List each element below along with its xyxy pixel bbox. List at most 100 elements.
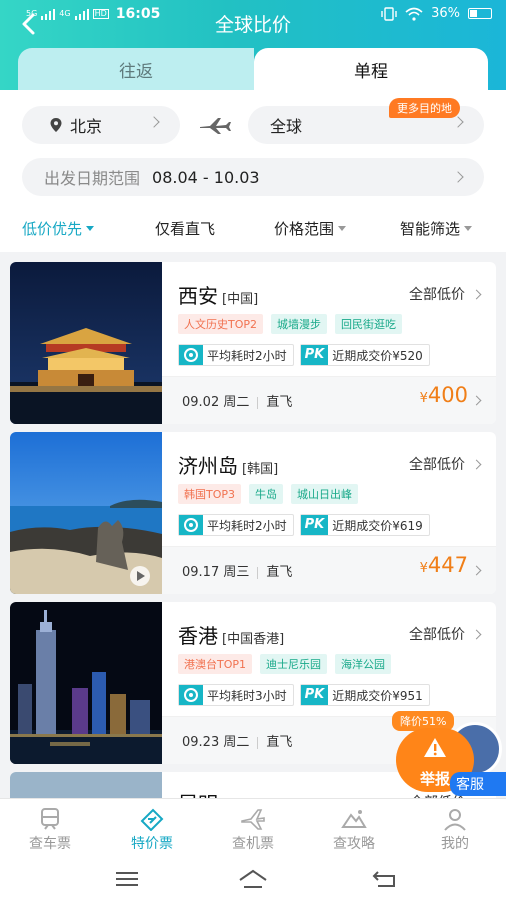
trip-type-tabs: 往返 单程 (18, 48, 488, 90)
flight-type: 直飞 (266, 565, 293, 580)
from-city-selector[interactable]: 北京 (22, 106, 180, 144)
all-low-price-link[interactable]: 全部低价 (409, 624, 482, 644)
chevron-right-icon (471, 629, 482, 640)
filter-direct-only-label: 仅看直飞 (155, 220, 216, 238)
filter-price-range[interactable]: 价格范围 (274, 218, 347, 239)
recent-price: 近期成交价¥951 (332, 688, 423, 703)
hongkong-skyline-image (10, 602, 162, 764)
card-city: 西安 [中国] (178, 280, 258, 309)
card-footer: 09.17 周三 直飞 ¥447 (162, 547, 496, 594)
tab-label: 特价票 (131, 836, 173, 852)
card-city: 香港 [中国香港] (178, 620, 284, 649)
all-low-price-link[interactable]: 全部低价 (409, 454, 482, 474)
tag: 海洋公园 (335, 654, 392, 674)
tab-one-way[interactable]: 单程 (254, 48, 488, 90)
chevron-right-icon (471, 565, 482, 576)
flight-date: 09.02 周二 (182, 395, 250, 410)
plane-icon (200, 118, 231, 134)
tag: 牛岛 (249, 484, 284, 504)
tab-round-trip[interactable]: 往返 (18, 48, 254, 90)
pk-icon: PK (300, 515, 329, 535)
chevron-right-icon (471, 395, 482, 406)
tag: 迪士尼乐园 (260, 654, 328, 674)
caret-down-icon (464, 226, 473, 231)
filter-low-price-label: 低价优先 (22, 220, 83, 238)
home-icon[interactable] (238, 868, 268, 890)
all-low-price-link[interactable]: 全部低价 (409, 284, 482, 304)
all-low-price-label: 全部低价 (409, 287, 465, 303)
system-nav-bar (0, 858, 506, 900)
tab-train-tickets[interactable]: 查车票 (10, 807, 90, 853)
flight-date-row: 09.17 周三 直飞 (182, 561, 292, 580)
tag: 港澳台TOP1 (178, 654, 253, 674)
chevron-right-icon (471, 459, 482, 470)
card-city-name: 西安 (178, 284, 218, 308)
date-range-value: 08.04 - 10.03 (152, 167, 260, 187)
duration-icon (179, 685, 203, 705)
all-low-price-label: 全部低价 (409, 627, 465, 643)
price: ¥447 (420, 553, 468, 577)
tab-guides[interactable]: 查攻略 (314, 807, 394, 853)
ticket-icon (140, 808, 164, 831)
header: 5G 4G HD 16:05 36% 全球比价 往返 单程 (0, 0, 506, 100)
avg-time: 平均耗时3小时 (207, 688, 287, 703)
xian-tower-image (10, 262, 162, 424)
mountain-icon (341, 810, 367, 828)
tab-label: 查机票 (232, 836, 274, 852)
page-title: 全球比价 (214, 14, 291, 36)
tab-profile[interactable]: 我的 (415, 807, 495, 853)
date-range-label: 出发日期范围 (44, 169, 141, 188)
card-info-row: 平均耗时2小时 PK 近期成交价¥619 (178, 514, 430, 536)
bottom-tab-bar: 查车票 特价票 查机票 查攻略 我的 (0, 798, 506, 858)
currency-symbol: ¥ (419, 391, 428, 406)
recent-price-box: PK 近期成交价¥520 (299, 344, 430, 366)
to-city-selector[interactable]: 全球 更多目的地 (248, 98, 484, 144)
pk-icon: PK (300, 685, 329, 705)
back-icon[interactable] (370, 868, 400, 890)
currency-symbol: ¥ (419, 561, 428, 576)
user-icon (444, 809, 466, 831)
pk-icon: PK (300, 345, 329, 365)
card-info-row: 平均耗时2小时 PK 近期成交价¥520 (178, 344, 430, 366)
flight-date-row: 09.23 周二 直飞 (182, 731, 292, 750)
customer-service-button[interactable]: 客服 (450, 772, 506, 796)
flight-date: 09.23 周二 (182, 735, 250, 750)
duration-icon (179, 345, 203, 365)
tag: 人文历史TOP2 (178, 314, 264, 334)
price-value: 447 (427, 553, 468, 577)
tab-label: 查车票 (29, 836, 71, 852)
from-city-label: 北京 (70, 117, 103, 136)
filter-bar: 低价优先 仅看直飞 价格范围 智能筛选 (0, 214, 506, 244)
caret-down-icon (338, 226, 347, 231)
destination-card[interactable]: 济州岛 [韩国] 全部低价 韩国TOP3 牛岛 城山日出峰 平均耗时2小时 PK … (10, 432, 496, 594)
flight-date-row: 09.02 周二 直飞 (182, 391, 292, 410)
recent-price-box: PK 近期成交价¥619 (299, 514, 430, 536)
chevron-right-icon (452, 171, 464, 183)
more-destinations-badge[interactable]: 更多目的地 (389, 98, 460, 118)
flight-type: 直飞 (266, 735, 293, 750)
menu-icon[interactable] (112, 868, 142, 890)
card-city-name: 香港 (178, 624, 218, 648)
filter-smart[interactable]: 智能筛选 (400, 218, 473, 239)
destination-card[interactable]: 西安 [中国] 全部低价 人文历史TOP2 城墙漫步 回民街逛吃 平均耗时2小时 … (10, 262, 496, 424)
tab-special-tickets[interactable]: 特价票 (112, 807, 192, 853)
date-range-selector[interactable]: 出发日期范围 08.04 - 10.03 (22, 158, 484, 196)
filter-direct-only[interactable]: 仅看直飞 (155, 218, 215, 239)
avg-time: 平均耗时2小时 (207, 518, 287, 533)
search-panel: 北京 全球 更多目的地 出发日期范围 08.04 - 10.03 低价优先 仅看… (0, 90, 506, 252)
chevron-right-icon (148, 116, 160, 128)
card-city: 济州岛 [韩国] (178, 450, 278, 479)
card-info-row: 平均耗时3小时 PK 近期成交价¥951 (178, 684, 430, 706)
card-tags: 港澳台TOP1 迪士尼乐园 海洋公园 (178, 654, 392, 674)
card-tags: 人文历史TOP2 城墙漫步 回民街逛吃 (178, 314, 403, 334)
tab-flight-tickets[interactable]: 查机票 (213, 807, 293, 853)
tab-label: 查攻略 (333, 836, 375, 852)
filter-low-price[interactable]: 低价优先 (22, 218, 95, 239)
train-icon (41, 808, 59, 830)
card-footer: 09.02 周二 直飞 ¥400 (162, 377, 496, 424)
avg-time-box: 平均耗时2小时 (178, 344, 294, 366)
card-city-name: 济州岛 (178, 454, 238, 478)
card-country: [中国香港] (222, 632, 285, 647)
chevron-right-icon (452, 116, 464, 128)
play-icon[interactable] (130, 566, 150, 586)
